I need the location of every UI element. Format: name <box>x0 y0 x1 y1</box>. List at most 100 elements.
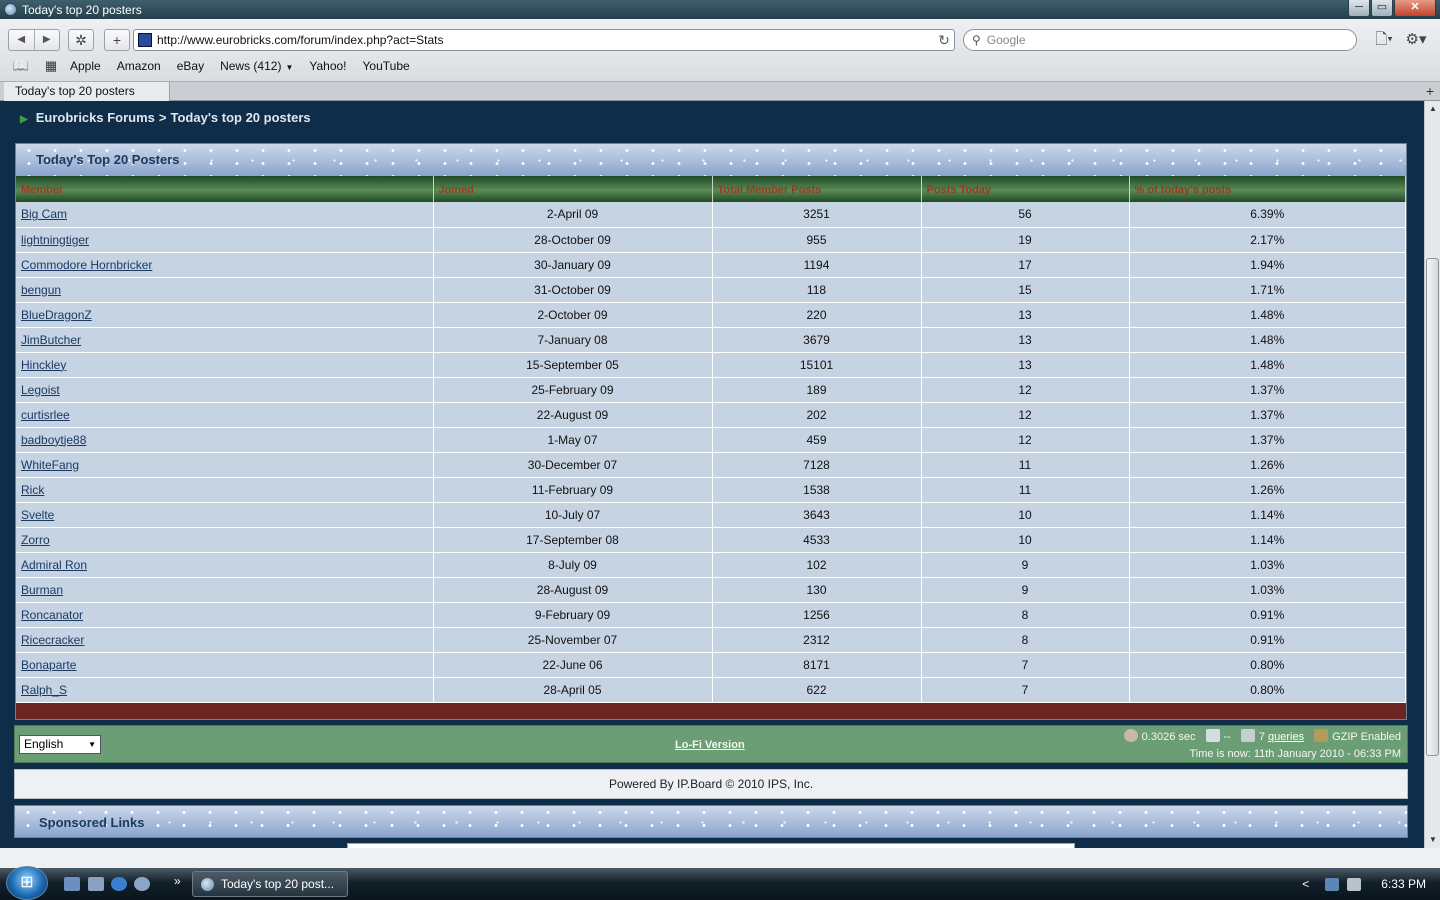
member-link[interactable]: Ricecracker <box>21 633 84 647</box>
table-row: Zorro 17-September 08 4533 10 1.14% <box>16 527 1406 553</box>
taskbar-window-button[interactable]: Today's top 20 post... <box>192 871 348 897</box>
member-link[interactable]: Bonaparte <box>21 658 76 672</box>
member-link[interactable]: curtisrlee <box>21 408 70 422</box>
member-link[interactable]: Big Cam <box>21 207 67 221</box>
vertical-scrollbar[interactable]: ▲ ▼ <box>1424 101 1440 848</box>
table-row: Big Cam 2-April 09 3251 56 6.39% <box>16 202 1406 228</box>
member-link[interactable]: Admiral Ron <box>21 558 87 572</box>
cell-posts-today: 12 <box>921 427 1130 453</box>
safari-icon[interactable] <box>134 877 150 891</box>
bookmark-ebay[interactable]: eBay <box>177 59 204 73</box>
table-row: Bonaparte 22-June 06 8171 7 0.80% <box>16 652 1406 678</box>
cell-posts-today: 15 <box>921 277 1130 303</box>
top-sites-grid-icon[interactable]: ▦ <box>40 58 62 74</box>
bug-report-icon[interactable]: ✲ <box>68 29 94 51</box>
column-header-total-posts: Total Member Posts <box>712 176 922 202</box>
start-button[interactable]: ⊞ <box>6 866 48 900</box>
internet-explorer-icon[interactable] <box>111 877 127 891</box>
volume-icon[interactable] <box>1347 877 1362 891</box>
language-value: English <box>24 737 64 751</box>
table-row: Svelte 10-July 07 3643 10 1.14% <box>16 502 1406 528</box>
member-link[interactable]: Roncanator <box>21 608 83 622</box>
site-favicon-icon <box>138 33 152 47</box>
add-bookmark-button[interactable]: + <box>104 29 130 51</box>
search-icon: ⚲ <box>972 33 981 47</box>
member-link[interactable]: Hinckley <box>21 358 66 372</box>
page-menu-button[interactable]: 🗋▾ <box>1370 29 1398 51</box>
member-link[interactable]: BlueDragonZ <box>21 308 92 322</box>
settings-menu-button[interactable]: ⚙▾ <box>1402 29 1430 51</box>
panel-title: Today's Top 20 Posters <box>16 144 1406 176</box>
member-link[interactable]: Rick <box>21 483 44 497</box>
cell-percent: 0.80% <box>1129 652 1406 678</box>
quick-launch-more-icon[interactable]: » <box>174 874 181 888</box>
close-button[interactable]: ✕ <box>1394 0 1436 17</box>
bookmark-amazon[interactable]: Amazon <box>117 59 161 73</box>
page-content: ▶ Eurobricks Forums > Today's top 20 poster… <box>0 101 1424 848</box>
status-bar <box>0 848 1440 868</box>
gzip-icon <box>1314 729 1329 742</box>
show-desktop-icon[interactable] <box>64 877 80 891</box>
member-link[interactable]: Legoist <box>21 383 60 397</box>
reload-icon[interactable]: ↻ <box>934 32 954 49</box>
show-hidden-icons-icon[interactable]: < <box>1302 877 1309 891</box>
cell-member: Hinckley <box>16 352 434 378</box>
table-footer-bar <box>16 702 1406 719</box>
table-row: Admiral Ron 8-July 09 102 9 1.03% <box>16 552 1406 578</box>
scroll-down-icon[interactable]: ▼ <box>1425 832 1440 848</box>
cell-joined: 25-November 07 <box>433 627 713 653</box>
member-link[interactable]: WhiteFang <box>21 458 79 472</box>
cell-member: Burman <box>16 577 434 603</box>
member-link[interactable]: Burman <box>21 583 63 597</box>
clock[interactable]: 6:33 PM <box>1381 877 1426 891</box>
cell-total-posts: 102 <box>712 552 922 578</box>
forward-button[interactable]: ▶ <box>35 30 60 50</box>
cell-joined: 2-April 09 <box>433 202 713 228</box>
cell-total-posts: 3251 <box>712 202 922 228</box>
bookmark-youtube[interactable]: YouTube <box>363 59 410 73</box>
search-placeholder: Google <box>986 33 1026 47</box>
network-icon[interactable] <box>1325 877 1340 891</box>
table-body: Big Cam 2-April 09 3251 56 6.39% lightningtig… <box>16 202 1406 703</box>
member-link[interactable]: lightningtiger <box>21 233 89 247</box>
address-bar[interactable]: http://www.eurobricks.com/forum/index.ph… <box>133 29 955 51</box>
member-link[interactable]: badboytje88 <box>21 433 86 447</box>
cell-posts-today: 13 <box>921 352 1130 378</box>
lofi-version-link[interactable]: Lo-Fi Version <box>675 739 745 751</box>
maximize-button[interactable]: ▭ <box>1371 0 1393 17</box>
cell-member: lightningtiger <box>16 227 434 253</box>
switch-windows-icon[interactable] <box>88 877 104 891</box>
cell-percent: 1.37% <box>1129 377 1406 403</box>
member-link[interactable]: JimButcher <box>21 333 81 347</box>
current-time: Time is now: 11th January 2010 - 06:33 P… <box>1189 748 1401 760</box>
url-text[interactable]: http://www.eurobricks.com/forum/index.ph… <box>157 33 934 47</box>
exec-time: 0.3026 sec <box>1141 731 1196 743</box>
bookmarks-book-icon[interactable]: 📖 <box>10 58 32 74</box>
member-link[interactable]: Commodore Hornbricker <box>21 258 152 272</box>
scroll-up-icon[interactable]: ▲ <box>1425 101 1440 117</box>
bookmark-yahoo[interactable]: Yahoo! <box>309 59 346 73</box>
cell-member: BlueDragonZ <box>16 302 434 328</box>
bookmark-apple[interactable]: Apple <box>70 59 101 73</box>
cell-member: Legoist <box>16 377 434 403</box>
server-stats: 0.3026 sec -- 7 queries GZIP Enabled Time i… <box>1114 729 1401 763</box>
breadcrumb-root-link[interactable]: Eurobricks Forums <box>36 110 155 125</box>
new-tab-icon[interactable]: + <box>1426 82 1434 100</box>
cell-joined: 7-January 08 <box>433 327 713 353</box>
bookmark-news[interactable]: News (412) ▼ <box>220 59 293 73</box>
cell-joined: 10-July 07 <box>433 502 713 528</box>
search-input[interactable]: ⚲ Google <box>963 29 1357 51</box>
member-link[interactable]: Svelte <box>21 508 54 522</box>
scrollbar-thumb[interactable] <box>1426 258 1439 756</box>
back-button[interactable]: ◀ <box>9 30 35 50</box>
queries-link[interactable]: queries <box>1268 731 1304 743</box>
cell-total-posts: 3643 <box>712 502 922 528</box>
member-link[interactable]: Ralph_S <box>21 683 67 697</box>
cell-total-posts: 202 <box>712 402 922 428</box>
language-select[interactable]: English ▼ <box>19 735 101 754</box>
member-link[interactable]: Zorro <box>21 533 50 547</box>
member-link[interactable]: bengun <box>21 283 61 297</box>
tab-active[interactable]: Today's top 20 posters <box>4 82 170 101</box>
cell-total-posts: 2312 <box>712 627 922 653</box>
minimize-button[interactable]: ─ <box>1348 0 1370 17</box>
